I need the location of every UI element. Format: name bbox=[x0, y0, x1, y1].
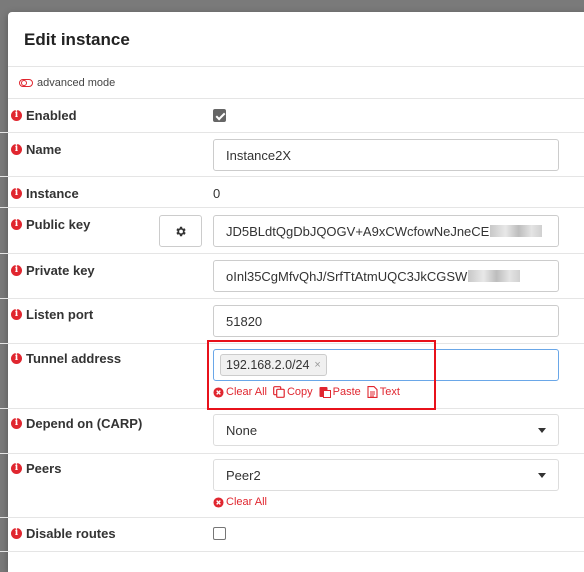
tunnel-address-tools: Clear All Copy Paste Text bbox=[213, 386, 400, 398]
info-icon[interactable]: i bbox=[11, 353, 22, 364]
row-listen-port: i Listen port 51820 bbox=[0, 299, 584, 344]
info-icon[interactable]: i bbox=[11, 418, 22, 429]
private-key-input[interactable]: oInl35CgMfvQhJ/SrfTtAtmUQC3JkCGSW bbox=[213, 260, 559, 292]
label-depend-on: i Depend on (CARP) bbox=[11, 416, 142, 431]
label-instance: i Instance bbox=[11, 186, 79, 201]
label-name: i Name bbox=[11, 142, 61, 157]
peers-tools: Clear All bbox=[213, 496, 267, 508]
text-icon bbox=[367, 386, 378, 398]
row-disable-routes: i Disable routes bbox=[0, 518, 584, 552]
info-icon[interactable]: i bbox=[11, 265, 22, 276]
instance-value: 0 bbox=[213, 186, 221, 201]
row-public-key: i Public key JD5BLdtQgDbJQOGV+A9xCWcfowN… bbox=[0, 208, 584, 254]
info-icon[interactable]: i bbox=[11, 463, 22, 474]
clear-all-button[interactable]: Clear All bbox=[213, 386, 267, 398]
row-private-key: i Private key oInl35CgMfvQhJ/SrfTtAtmUQC… bbox=[0, 254, 584, 299]
advanced-mode-toggle[interactable]: advanced mode bbox=[8, 67, 584, 99]
label-peers: i Peers bbox=[11, 461, 61, 476]
row-instance: i Instance 0 bbox=[0, 177, 584, 208]
info-icon[interactable]: i bbox=[11, 528, 22, 539]
paste-button[interactable]: Paste bbox=[319, 386, 361, 398]
listen-port-input[interactable]: 51820 bbox=[213, 305, 559, 337]
label-tunnel-address: i Tunnel address bbox=[11, 351, 121, 366]
chevron-down-icon bbox=[538, 472, 546, 478]
label-disable-routes: i Disable routes bbox=[11, 526, 116, 541]
row-tunnel-address: i Tunnel address 192.168.2.0/24 × Clear … bbox=[0, 344, 584, 409]
text-button[interactable]: Text bbox=[367, 386, 400, 398]
gear-icon bbox=[176, 226, 186, 236]
advanced-mode-label[interactable]: advanced mode bbox=[37, 77, 115, 89]
tag-remove-button[interactable]: × bbox=[314, 359, 320, 371]
paste-icon bbox=[319, 387, 331, 398]
info-icon[interactable]: i bbox=[11, 309, 22, 320]
dialog-title: Edit instance bbox=[24, 30, 130, 49]
clear-icon bbox=[213, 496, 224, 508]
tunnel-address-input[interactable]: 192.168.2.0/24 × bbox=[213, 349, 559, 381]
chevron-down-icon bbox=[538, 427, 546, 433]
redacted-blur bbox=[490, 225, 543, 237]
depend-on-select[interactable]: None bbox=[213, 414, 559, 446]
info-icon[interactable]: i bbox=[11, 188, 22, 199]
label-private-key: i Private key bbox=[11, 263, 95, 278]
row-name: i Name Instance2X bbox=[0, 133, 584, 177]
row-depend-on: i Depend on (CARP) None bbox=[0, 409, 584, 454]
tunnel-address-tag: 192.168.2.0/24 × bbox=[220, 354, 327, 376]
info-icon[interactable]: i bbox=[11, 144, 22, 155]
clear-icon bbox=[213, 386, 224, 398]
info-icon[interactable]: i bbox=[11, 110, 22, 121]
copy-icon bbox=[273, 386, 285, 398]
row-enabled: i Enabled bbox=[0, 99, 584, 133]
copy-button[interactable]: Copy bbox=[273, 386, 313, 398]
enabled-checkbox[interactable] bbox=[213, 109, 226, 122]
info-icon[interactable]: i bbox=[11, 219, 22, 230]
peers-select[interactable]: Peer2 bbox=[213, 459, 559, 491]
disable-routes-checkbox[interactable] bbox=[213, 527, 226, 540]
redacted-blur bbox=[468, 270, 521, 282]
label-listen-port: i Listen port bbox=[11, 307, 93, 322]
label-public-key: i Public key bbox=[11, 217, 90, 232]
toggle-icon[interactable] bbox=[19, 78, 33, 87]
label-enabled: i Enabled bbox=[11, 108, 77, 123]
generate-key-button[interactable] bbox=[159, 215, 202, 247]
name-input[interactable]: Instance2X bbox=[213, 139, 559, 171]
peers-clear-all-button[interactable]: Clear All bbox=[213, 496, 267, 508]
dialog-header: Edit instance bbox=[8, 12, 584, 67]
row-peers: i Peers Peer2 Clear All bbox=[0, 454, 584, 518]
public-key-input[interactable]: JD5BLdtQgDbJQOGV+A9xCWcfowNeJneCE bbox=[213, 215, 559, 247]
